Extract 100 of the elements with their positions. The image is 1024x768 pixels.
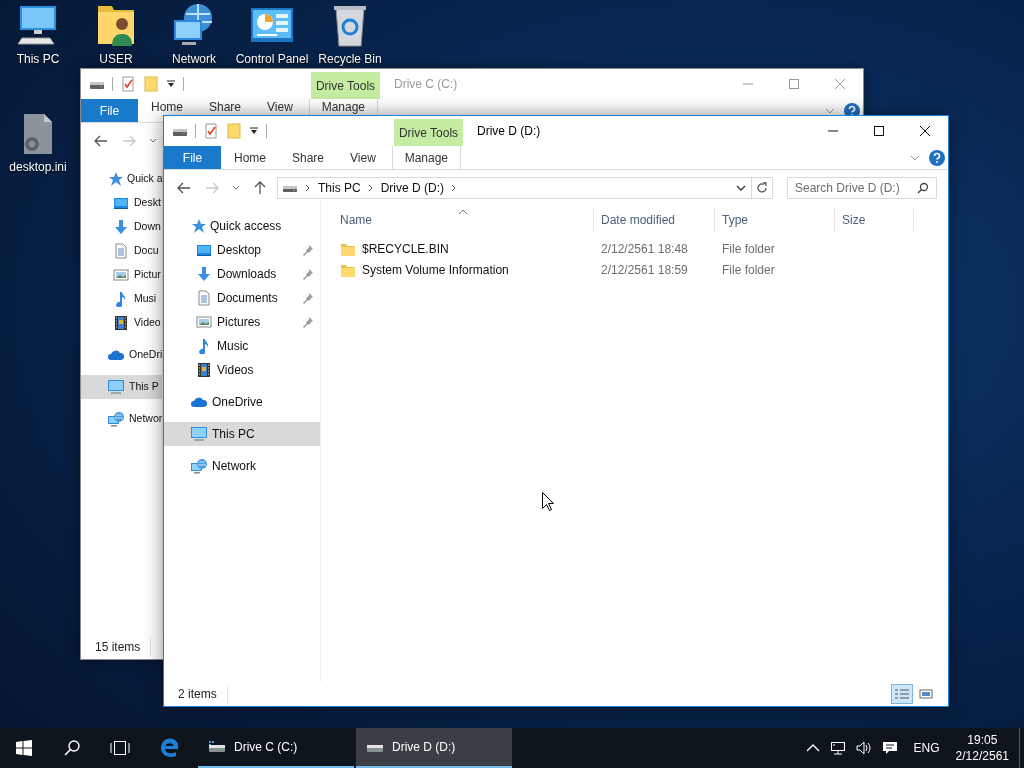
notifications-icon[interactable] — [881, 740, 898, 756]
nav-item[interactable]: Documents — [164, 286, 320, 310]
nav-item[interactable]: Down — [81, 215, 162, 239]
nav-item[interactable]: Docu — [81, 239, 162, 263]
language-indicator[interactable]: ENG — [907, 728, 946, 768]
nav-item[interactable]: Videos — [164, 358, 320, 382]
nav-item[interactable]: Quick a — [81, 167, 162, 191]
drive-icon — [208, 740, 226, 754]
caret-icon — [149, 138, 157, 144]
help-icon[interactable] — [929, 149, 945, 166]
network-status-icon[interactable] — [829, 740, 846, 756]
refresh-icon[interactable] — [756, 182, 768, 194]
back-arrow-icon — [94, 135, 108, 147]
chevron-icon — [451, 184, 457, 192]
ribbon-tab[interactable]: Share — [196, 99, 255, 115]
desktop-item-label[interactable]: USER — [99, 52, 133, 66]
list-icon — [894, 688, 910, 700]
film-strip-icon — [113, 315, 129, 331]
clock-time[interactable]: 19:05 — [967, 732, 998, 748]
taskbar-button[interactable]: Drive D (D:) — [356, 728, 512, 768]
file-name[interactable]: System Volume Information — [362, 260, 509, 279]
nav-item[interactable]: OneDrive — [164, 390, 320, 414]
monitor-icon — [113, 195, 129, 211]
column-header[interactable]: Type — [715, 209, 835, 231]
close-icon — [919, 125, 931, 137]
ribbon-tab[interactable]: Home — [221, 146, 279, 169]
nav-item[interactable]: Downloads — [164, 262, 320, 286]
browser-icon — [159, 737, 181, 759]
nav-item[interactable]: Desktop — [164, 238, 320, 262]
file-menu-tab[interactable]: File — [81, 99, 138, 122]
film-strip-icon — [196, 362, 212, 378]
ribbon-tab[interactable]: View — [254, 99, 306, 115]
maximize-icon — [873, 125, 885, 137]
nav-item[interactable]: Deskt — [81, 191, 162, 215]
desktop-item-label[interactable]: desktop.ini — [9, 160, 67, 174]
nav-item[interactable]: Network — [164, 454, 320, 478]
windows-logo-icon — [16, 740, 32, 756]
ribbon-tab[interactable]: View — [337, 146, 389, 169]
mouse-pointer-icon — [542, 492, 554, 511]
sort-caret-icon — [458, 209, 468, 215]
caret-icon — [232, 185, 240, 191]
volume-icon[interactable] — [855, 740, 872, 756]
show-hidden-icons-icon[interactable] — [805, 743, 820, 753]
nav-item[interactable]: This PC — [164, 422, 320, 446]
chevron-icon — [367, 184, 374, 192]
nav-item[interactable]: Musi — [81, 287, 162, 311]
desktop-item-label[interactable]: Control Panel — [235, 52, 309, 66]
column-header[interactable]: Size — [835, 209, 914, 231]
nav-item[interactable]: Pictures — [164, 310, 320, 334]
column-header[interactable]: Date modified — [594, 209, 715, 231]
date-cell-text: 2/12/2561 18:59 — [600, 261, 689, 279]
nav-item[interactable]: Video — [81, 311, 162, 335]
customize-caret-icon[interactable] — [249, 126, 259, 136]
ribbon-tab[interactable]: Home — [138, 99, 196, 115]
taskbar-button[interactable]: Drive C (C:) — [198, 728, 354, 768]
up-arrow-icon — [254, 181, 266, 195]
address-bar[interactable]: This PC Drive D (D:) — [277, 177, 773, 199]
window-title: Drive D (D:) — [477, 123, 541, 140]
properties-icon[interactable] — [120, 76, 136, 92]
document-icon — [196, 290, 212, 306]
file-name[interactable]: $RECYCLE.BIN — [362, 239, 449, 258]
properties-icon[interactable] — [203, 123, 219, 139]
star-icon — [107, 171, 123, 187]
nav-item[interactable]: OneDri — [81, 343, 162, 367]
date-cell-text: 2/12/2561 18:48 — [600, 240, 689, 258]
customize-caret-icon[interactable] — [166, 79, 176, 89]
nav-item[interactable]: Music — [164, 334, 320, 358]
contextual-group-label: Drive Tools — [394, 119, 463, 146]
contextual-group-label: Drive Tools — [311, 72, 380, 99]
nav-item[interactable]: Pictur — [81, 263, 162, 287]
search-field[interactable]: Search Drive D (D:) — [787, 177, 937, 199]
forward-arrow-icon — [205, 182, 219, 194]
chevron-icon — [305, 184, 311, 192]
desktop-item-label[interactable]: Network — [172, 52, 216, 66]
pin-icon — [302, 292, 314, 304]
forward-arrow-icon — [122, 135, 136, 147]
thumbnail-icon — [919, 688, 933, 700]
desktop-item-label[interactable]: This PC — [16, 52, 60, 66]
search-icon — [917, 182, 929, 194]
desktop-item-label[interactable]: Recycle Bin — [318, 52, 382, 66]
column-header[interactable]: Name — [333, 209, 594, 231]
file-menu-tab[interactable]: File — [164, 146, 221, 169]
ribbon-tab[interactable]: Share — [279, 146, 338, 169]
status-text: 2 items — [178, 685, 228, 703]
pin-icon — [302, 316, 314, 328]
nav-item[interactable]: Networ — [81, 407, 162, 431]
nav-item[interactable]: Quick access — [164, 214, 320, 238]
breadcrumb-item[interactable]: Drive D (D:) — [380, 179, 444, 197]
task-view-icon — [109, 740, 131, 756]
dropdown-icon[interactable] — [736, 184, 746, 192]
type-cell-text: File folder — [721, 240, 776, 258]
picture-icon — [113, 267, 129, 283]
clock-date[interactable]: 2/12/2561 — [955, 748, 1009, 764]
breadcrumb-item[interactable]: This PC — [318, 179, 361, 197]
search-icon — [64, 740, 80, 756]
pin-icon — [302, 244, 314, 256]
close-icon — [834, 78, 846, 90]
nav-item[interactable]: This P — [81, 375, 162, 399]
status-text: 15 items — [95, 638, 152, 656]
picture-icon — [196, 314, 212, 330]
